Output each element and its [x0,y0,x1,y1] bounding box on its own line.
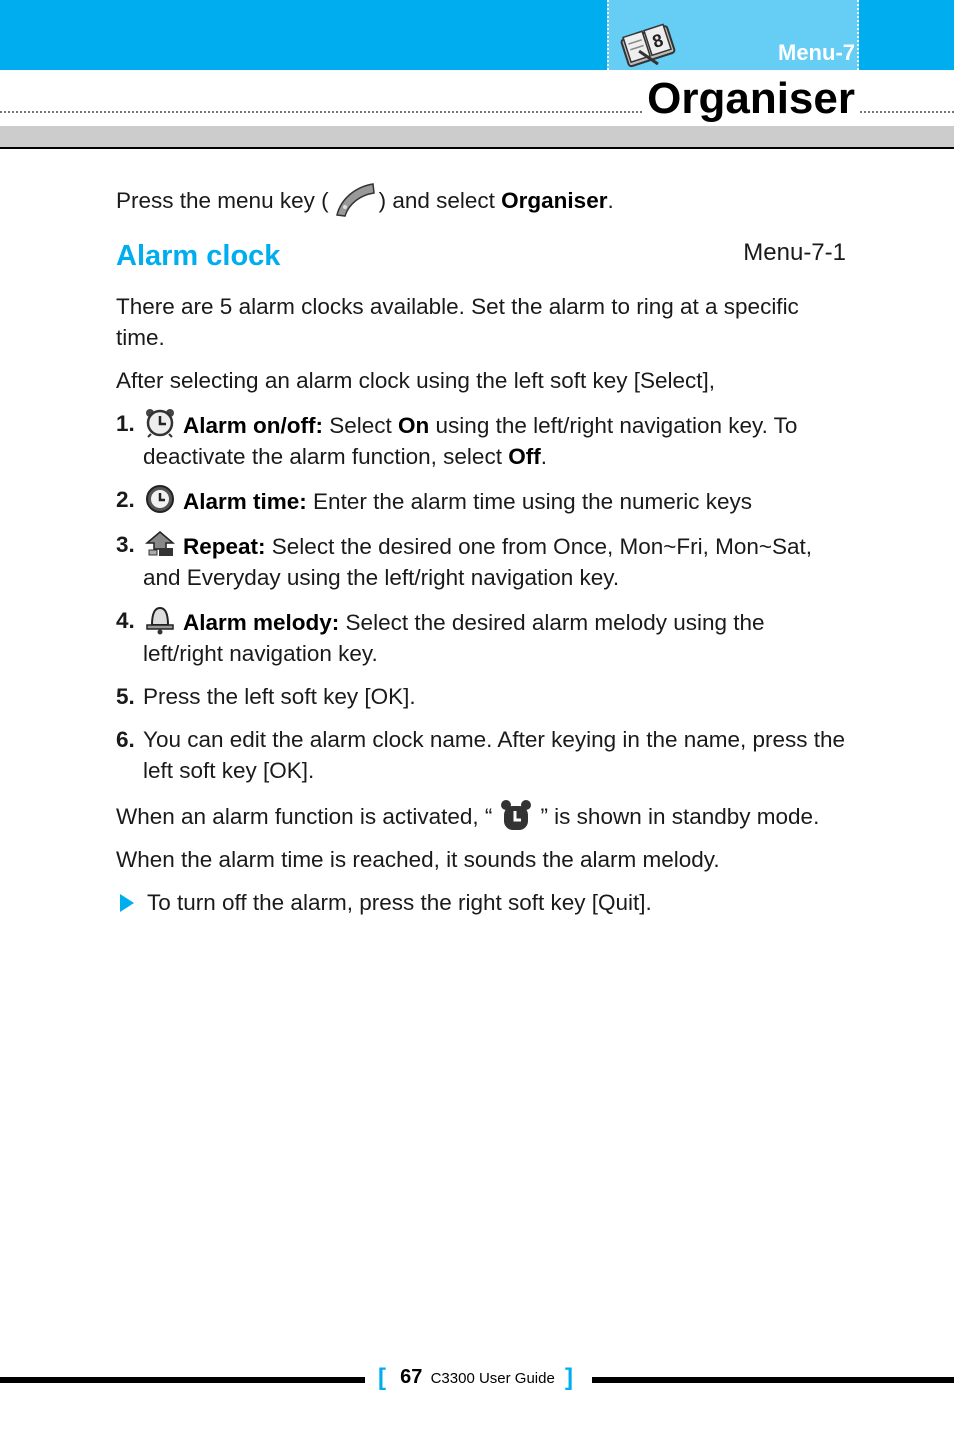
paragraph: After selecting an alarm clock using the… [116,368,716,394]
page-title: Organiser [643,74,859,124]
step-item: 6. You can edit the alarm clock name. Af… [116,727,846,784]
alarm-clock-icon [146,409,174,438]
step-item: 5. Press the left soft key [OK]. [116,684,416,710]
standby-note: When an alarm function is activated, “” … [116,798,846,832]
repeat-icon [144,531,176,557]
paragraph: There are 5 alarm clocks available. Set … [116,294,799,351]
menu-key-icon [335,183,375,217]
footer-rule-right [592,1377,954,1383]
section-header: Alarm clock Menu-7-1 [116,235,846,279]
organiser-book-icon: 8 [620,23,676,68]
alarm-reached-text: When the alarm time is reached, it sound… [116,847,720,873]
step-item: 4. Alarm melody: Select the desired alar… [116,605,846,669]
main-content: Press the menu key () and select Organis… [116,183,846,918]
standby-alarm-icon [501,800,532,831]
bracket-close: ] [565,1364,573,1391]
step-item: 2. Alarm time: Enter the alarm time usin… [116,484,846,517]
intro-text: Press the menu key () and select Organis… [116,183,846,217]
tip-item: To turn off the alarm, press the right s… [116,887,846,918]
menu-reference: Menu-7-1 [743,239,846,267]
menu-number: Menu-7 [778,40,855,65]
bell-icon [146,607,174,635]
step-item: 3. Repeat: Select the desired one from O… [116,529,846,593]
page-number: 67 [400,1366,423,1388]
footer-rule-left [0,1377,365,1383]
header-underline-bar [0,126,954,149]
guide-name: C3300 User Guide [430,1370,555,1387]
triangle-bullet-icon [120,894,134,913]
page-footer: [ 67 C3300 User Guide ] [378,1364,573,1392]
bracket-open: [ [378,1364,386,1391]
menu-tab: 8 Menu-7 [607,0,859,70]
clock-icon [146,485,174,514]
section-title: Alarm clock [116,240,281,273]
step-item: 1. Alarm on/off: Select On using the lef… [116,408,846,472]
